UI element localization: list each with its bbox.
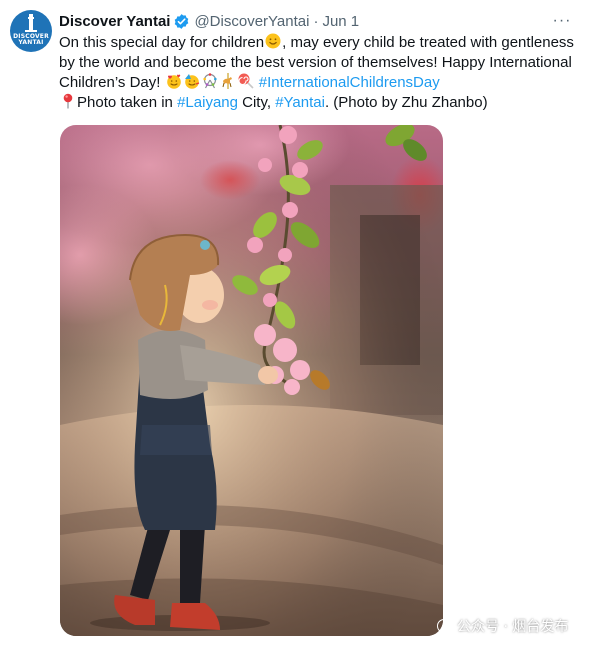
tweet-text-part: City,	[237, 94, 276, 111]
smiling-face-icon	[265, 33, 281, 49]
partying-face-icon	[184, 74, 199, 89]
wechat-icon	[437, 619, 453, 633]
lighthouse-icon	[22, 14, 40, 34]
display-name[interactable]: Discover Yantai	[59, 13, 170, 30]
tweet-text-part: Photo taken in	[77, 94, 178, 111]
round-pushpin-icon	[63, 93, 73, 109]
face-with-hearts-icon	[166, 74, 181, 89]
hashtag-yantai[interactable]: #Yantai	[275, 94, 325, 111]
avatar-text: DISCOVER YANTAI	[13, 33, 49, 46]
tweet-card[interactable]: DISCOVER YANTAI Discover Yantai @Discove…	[0, 0, 591, 649]
tweet-text-part: On this special day for children	[59, 34, 265, 51]
more-options-icon: ···	[552, 12, 572, 29]
lollipop-icon	[238, 73, 254, 89]
tweet-text-part: . (Photo by Zhu Zhanbo)	[324, 94, 488, 111]
hashtag-laiyang[interactable]: #Laiyang	[177, 94, 238, 111]
tweet-date[interactable]: Jun 1	[322, 13, 359, 30]
carousel-horse-icon	[222, 73, 232, 89]
tweet-photo[interactable]	[60, 125, 443, 636]
photo-child-with-blossoms	[60, 125, 443, 636]
watermark-text: 公众号 · 烟台发布	[457, 619, 569, 635]
separator-dot: ·	[313, 12, 319, 30]
tweet-text: On this special day for children, may ev…	[59, 33, 574, 113]
ferris-wheel-icon	[203, 73, 217, 89]
more-options-button[interactable]: ···	[551, 10, 573, 32]
avatar[interactable]: DISCOVER YANTAI	[10, 10, 52, 52]
hashtag-international-childrens-day[interactable]: #InternationalChildrensDay	[259, 74, 440, 91]
tweet-header: Discover Yantai @DiscoverYantai · Jun 1	[59, 10, 359, 32]
watermark: 公众号 · 烟台发布	[437, 616, 568, 636]
verified-badge-icon	[175, 13, 189, 29]
user-handle[interactable]: @DiscoverYantai	[194, 13, 309, 30]
